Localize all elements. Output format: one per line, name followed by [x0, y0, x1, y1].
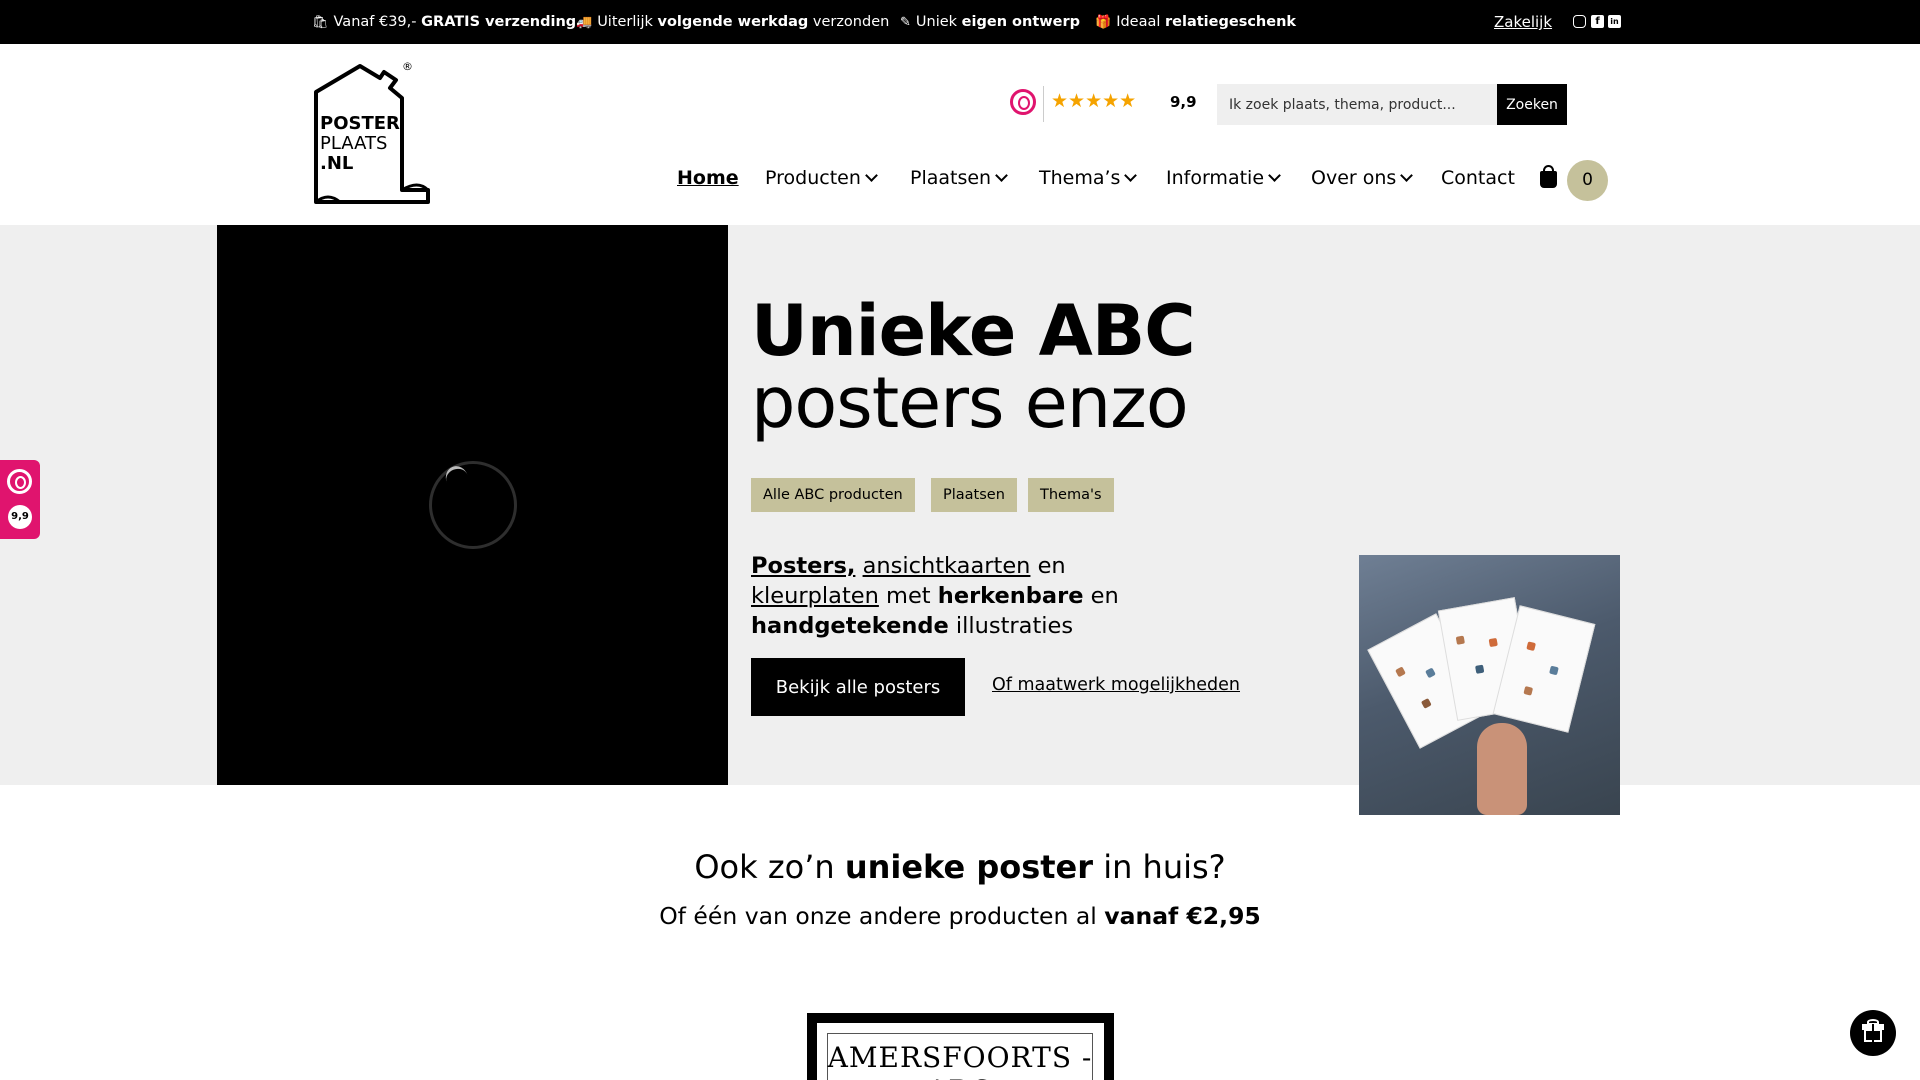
section-subtitle-text: Of één van onze andere producten al [659, 902, 1097, 930]
tag-plaatsen[interactable]: Plaatsen [931, 478, 1017, 512]
hand-image [1477, 723, 1527, 815]
hero-product-photo [1359, 555, 1620, 815]
chevron-down-icon [1268, 169, 1281, 182]
section-title-bold: unieke poster [844, 848, 1094, 886]
usp-text: Vanaf €39,- [333, 14, 417, 30]
hero-text-fragment: illustraties [955, 613, 1074, 639]
view-all-posters-button[interactable]: Bekijk alle posters [751, 658, 965, 716]
logo-line1: POSTER [320, 113, 400, 134]
usp-text: Uiterlijk [597, 14, 653, 30]
custom-options-link[interactable]: Of maatwerk mogelijkheden [992, 675, 1240, 695]
side-rating-widget[interactable]: 9,9 [0, 460, 40, 539]
logo-line3: .NL [320, 153, 354, 174]
site-logo[interactable]: POSTER PLAATS .NL ® [310, 60, 435, 206]
hero-text-bold: handgetekende [751, 613, 949, 639]
nav-label: Thema’s [1039, 167, 1121, 189]
search-button[interactable]: Zoeken [1497, 84, 1567, 125]
usp-text: Ideaal [1116, 14, 1161, 30]
section-title-text: Ook zo’n [694, 848, 835, 886]
gift-button[interactable] [1850, 1010, 1896, 1056]
nav-themas[interactable]: Thema’s [1039, 167, 1138, 189]
kleurplaten-link[interactable]: kleurplaten [751, 583, 879, 609]
side-rating-score: 9,9 [8, 505, 32, 529]
gift-icon: 🎁 [1095, 14, 1112, 30]
tag-alle-abc-producten[interactable]: Alle ABC producten [751, 478, 915, 512]
usp-bold: relatiegeschenk [1165, 14, 1297, 30]
chevron-down-icon [995, 169, 1008, 182]
hero-text-bold: herkenbare [937, 583, 1084, 609]
nav-plaatsen[interactable]: Plaatsen [910, 167, 1008, 189]
logo-line2: PLAATS [320, 133, 388, 154]
usp-design: ✎ Uniek eigen ontwerp [900, 0, 1080, 44]
rating-score: 9,9 [1170, 93, 1197, 111]
section-title: Ook zo’n unieke poster in huis? [0, 848, 1920, 886]
ansichtkaarten-link[interactable]: ansichtkaarten [863, 553, 1031, 579]
loading-spinner-icon [429, 461, 517, 549]
hero-text-fragment: en [1090, 583, 1119, 609]
hero-description: Posters, ansichtkaarten en kleurplaten m… [751, 551, 1311, 641]
instagram-icon[interactable] [1573, 15, 1586, 28]
hero-text-fragment: en [1037, 553, 1066, 579]
registered-mark: ® [402, 60, 413, 73]
bag-icon: 🛍 [312, 14, 329, 30]
nav-home[interactable]: Home [677, 167, 739, 189]
section-subtitle: Of één van onze andere producten al vana… [0, 902, 1920, 930]
hero-title-bold: Unieke ABC [751, 290, 1196, 372]
usp-text: Uniek [915, 14, 958, 30]
cart-count-badge[interactable]: 0 [1567, 160, 1608, 201]
linkedin-icon[interactable]: in [1608, 15, 1621, 28]
top-bar: 🛍 Vanaf €39,- GRATIS verzending 🚚 Uiterl… [0, 0, 1920, 44]
chevron-down-icon [865, 169, 878, 182]
rating-stars: ★★★★★ [1051, 90, 1137, 112]
tag-themas[interactable]: Thema's [1028, 478, 1114, 512]
usp-bold: volgende werkdag [657, 14, 809, 30]
usp-bold: eigen ontwerp [961, 14, 1081, 30]
nav-contact[interactable]: Contact [1441, 167, 1515, 189]
facebook-icon[interactable]: f [1591, 15, 1604, 28]
rating-divider [1043, 86, 1044, 122]
nav-over-ons[interactable]: Over ons [1311, 167, 1414, 189]
posters-link[interactable]: Posters, [751, 553, 855, 579]
section-title-text: in huis? [1103, 848, 1226, 886]
gift-icon-ribbon [1872, 1024, 1874, 1042]
chevron-down-icon [1124, 169, 1138, 182]
kiyoh-logo-icon[interactable] [1010, 89, 1036, 115]
hero-title-light: posters enzo [751, 362, 1189, 444]
nav-label: Producten [765, 167, 861, 189]
nav-label: Informatie [1166, 167, 1265, 189]
usp-delivery: 🚚 Uiterlijk volgende werkdag verzonden [576, 0, 889, 44]
hero-text-fragment: met [886, 583, 931, 609]
usp-bold: GRATIS verzending [421, 14, 577, 30]
poster-title: AMERSFOORTS - ABC [827, 1041, 1093, 1080]
nav-label: Plaatsen [910, 167, 992, 189]
nav-label: Over ons [1311, 167, 1397, 189]
usp-shipping: 🛍 Vanaf €39,- GRATIS verzending [312, 0, 576, 44]
pencil-icon: ✎ [900, 14, 911, 30]
nav-informatie[interactable]: Informatie [1166, 167, 1281, 189]
zakelijk-link[interactable]: Zakelijk [1494, 0, 1552, 44]
chevron-down-icon [1400, 169, 1414, 182]
section-subtitle-price: vanaf €2,95 [1104, 902, 1261, 930]
usp-gift: 🎁 Ideaal relatiegeschenk [1095, 0, 1296, 44]
nav-producten[interactable]: Producten [765, 167, 878, 189]
truck-icon: 🚚 [576, 14, 593, 30]
shopping-bag-icon[interactable] [1540, 165, 1557, 188]
search-input[interactable] [1217, 84, 1497, 125]
kiyoh-logo-icon [7, 469, 32, 494]
usp-text: verzonden [812, 14, 890, 30]
